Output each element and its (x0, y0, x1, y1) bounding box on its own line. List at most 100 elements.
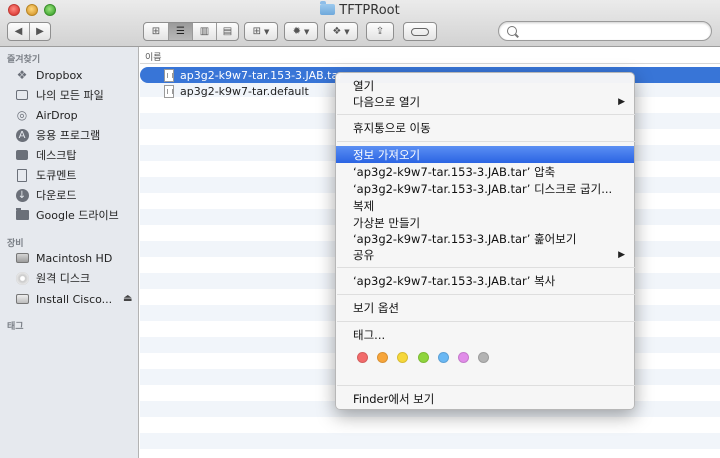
folder-icon (15, 208, 29, 222)
folder-icon (320, 1, 336, 15)
menu-item-open[interactable]: 열기 (336, 77, 634, 94)
window-title-text: TFTPRoot (339, 3, 400, 18)
column-view-button[interactable]: ▥ (192, 23, 216, 40)
menu-separator (337, 294, 635, 295)
search-icon (507, 26, 517, 36)
icon-view-button[interactable]: ⊞ (144, 23, 168, 40)
window-title: TFTPRoot (0, 1, 720, 18)
eject-icon[interactable]: ⏏ (123, 293, 132, 304)
chevron-down-icon: ▼ (344, 27, 350, 36)
sidebar-item-label: 나의 모든 파일 (36, 89, 104, 102)
cover-flow-icon: ▤ (222, 26, 233, 37)
file-icon (164, 84, 174, 98)
documents-icon (15, 168, 29, 182)
menu-separator (337, 267, 635, 268)
sidebar-item-all-files[interactable]: 나의 모든 파일 (15, 86, 135, 104)
menu-separator (337, 321, 635, 322)
menu-item-label: 공유 (353, 247, 375, 262)
dropbox-icon: ❖ (16, 68, 28, 82)
sidebar-item-label: AirDrop (36, 108, 78, 122)
tag-red-button[interactable] (357, 352, 368, 363)
menu-item-show-in-finder[interactable]: Finder에서 보기 (336, 390, 634, 407)
tag-yellow-button[interactable] (397, 352, 408, 363)
file-name: ap3g2-k9w7-tar.default (180, 84, 309, 98)
dropbox-button[interactable]: ❖ ▼ (324, 22, 358, 41)
sidebar-item-applications[interactable]: A 응용 프로그램 (15, 126, 135, 144)
menu-item-copy[interactable]: ‘ap3g2-k9w7-tar.153-3.JAB.tar’ 복사 (336, 272, 634, 289)
file-icon (164, 68, 174, 82)
forward-arrow-icon: ▶ (36, 26, 44, 37)
search-input[interactable] (498, 21, 712, 41)
list-view-icon: ☰ (176, 26, 185, 37)
sidebar-item-remote-disc[interactable]: 원격 디스크 (15, 269, 135, 287)
cover-flow-button[interactable]: ▤ (216, 23, 238, 40)
menu-item-view-options[interactable]: 보기 옵션 (336, 299, 634, 316)
sidebar-item-google-drive[interactable]: Google 드라이브 (15, 206, 135, 224)
menu-separator (337, 114, 635, 115)
applications-icon: A (15, 128, 29, 142)
chevron-down-icon: ▼ (264, 27, 270, 36)
icon-view-icon: ⊞ (151, 26, 161, 37)
remote-disc-icon (15, 271, 29, 285)
tag-orange-button[interactable] (377, 352, 388, 363)
tag-green-button[interactable] (418, 352, 429, 363)
sidebar-item-label: 데스크탑 (36, 149, 77, 162)
sidebar-header-favorites: 즐겨찾기 (7, 55, 41, 65)
menu-item-duplicate[interactable]: 복제 (336, 197, 634, 214)
sidebar-item-airdrop[interactable]: ◎ AirDrop (15, 106, 135, 124)
context-menu: 열기 다음으로 열기 ▶ 휴지통으로 이동 정보 가져오기 ‘ap3g2-k9w… (335, 72, 635, 410)
menu-item-quick-look[interactable]: ‘ap3g2-k9w7-tar.153-3.JAB.tar’ 훑어보기 (336, 230, 634, 247)
menu-item-tags[interactable]: 태그... (336, 326, 634, 343)
sidebar-item-macintosh-hd[interactable]: Macintosh HD (15, 249, 135, 267)
sidebar-item-dropbox[interactable]: ❖ Dropbox (15, 66, 135, 84)
sidebar-item-label: Dropbox (36, 68, 83, 82)
menu-item-open-with[interactable]: 다음으로 열기 ▶ (336, 93, 634, 110)
menu-separator (337, 385, 635, 386)
arrange-icon: ⊞ (252, 26, 261, 37)
menu-item-make-alias[interactable]: 가상본 만들기 (336, 214, 634, 231)
column-header-label: 이름 (145, 53, 162, 63)
sidebar-item-label: 도큐멘트 (36, 169, 77, 182)
tag-icon (411, 27, 429, 36)
share-button[interactable]: ⇪ (366, 22, 394, 41)
action-button[interactable]: ✹ ▼ (284, 22, 318, 41)
dropbox-icon: ❖ (332, 26, 342, 37)
view-mode-control: ⊞ ☰ ▥ ▤ (143, 22, 239, 41)
window-toolbar: TFTPRoot ◀ ▶ ⊞ ☰ ▥ ▤ ⊞ ▼ ✹ ▼ ❖ ▼ ⇪ (0, 0, 720, 47)
sidebar-item-label: Google 드라이브 (36, 209, 119, 222)
chevron-down-icon: ▼ (304, 27, 310, 36)
sidebar-item-documents[interactable]: 도큐멘트 (15, 166, 135, 184)
back-arrow-icon: ◀ (14, 26, 23, 37)
sidebar-item-label: Install Cisco... (36, 292, 113, 306)
column-header-name[interactable]: 이름 (140, 47, 720, 64)
list-view-button[interactable]: ☰ (168, 23, 192, 40)
menu-item-label: 다음으로 열기 (353, 94, 421, 109)
sidebar-item-label: 원격 디스크 (36, 272, 91, 285)
sidebar-header-tags: 태그 (7, 322, 24, 332)
menu-item-compress[interactable]: ‘ap3g2-k9w7-tar.153-3.JAB.tar’ 압축 (336, 163, 634, 180)
tag-purple-button[interactable] (458, 352, 469, 363)
column-view-icon: ▥ (199, 26, 210, 37)
menu-separator (337, 141, 635, 142)
sidebar-item-install-cisco[interactable]: Install Cisco... (15, 290, 135, 308)
tags-button[interactable] (403, 22, 437, 41)
sidebar-header-devices: 장비 (7, 239, 24, 249)
file-name: ap3g2-k9w7-tar.153-3.JAB.tar (180, 68, 343, 82)
sidebar-item-label: 응용 프로그램 (36, 129, 101, 142)
desktop-icon (15, 148, 29, 162)
sidebar-item-label: Macintosh HD (36, 251, 113, 265)
arrange-button[interactable]: ⊞ ▼ (244, 22, 278, 41)
disk-image-icon (15, 292, 29, 306)
sidebar-item-downloads[interactable]: ↓ 다운로드 (15, 186, 135, 204)
tag-gray-button[interactable] (478, 352, 489, 363)
back-button[interactable]: ◀ (8, 23, 29, 40)
sidebar-item-desktop[interactable]: 데스크탑 (15, 146, 135, 164)
menu-item-burn[interactable]: ‘ap3g2-k9w7-tar.153-3.JAB.tar’ 디스크로 굽기..… (336, 180, 634, 197)
menu-item-share[interactable]: 공유 ▶ (336, 246, 634, 263)
menu-item-get-info[interactable]: 정보 가져오기 (336, 146, 634, 163)
tag-blue-button[interactable] (438, 352, 449, 363)
sidebar-item-label: 다운로드 (36, 189, 77, 202)
menu-item-move-to-trash[interactable]: 휴지통으로 이동 (336, 119, 634, 136)
back-forward-control: ◀ ▶ (7, 22, 51, 41)
forward-button[interactable]: ▶ (29, 23, 50, 40)
